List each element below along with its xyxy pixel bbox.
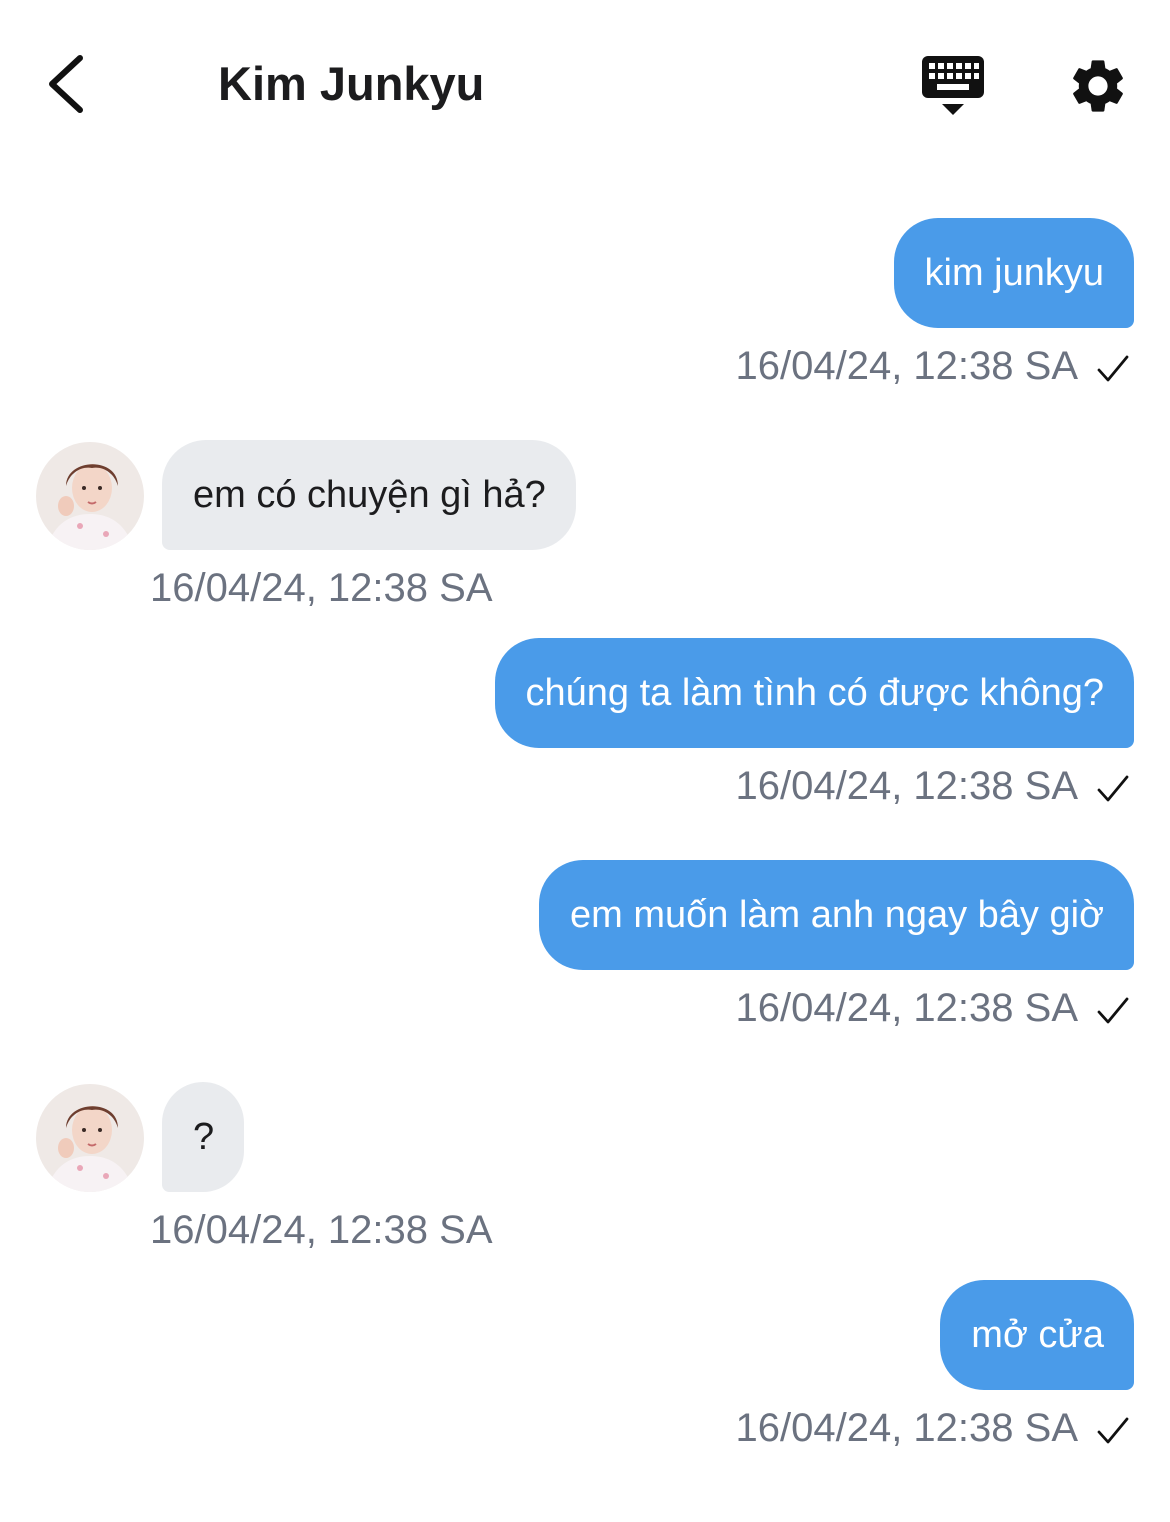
keyboard-hide-icon bbox=[922, 56, 984, 115]
keyboard-toggle-button[interactable] bbox=[920, 54, 988, 118]
checkmark-icon bbox=[1097, 775, 1129, 802]
checkmark-icon bbox=[1097, 997, 1129, 1024]
contact-avatar[interactable] bbox=[36, 1084, 144, 1192]
avatar-photo bbox=[36, 1084, 144, 1192]
outgoing-message-bubble[interactable]: mở cửa bbox=[940, 1280, 1134, 1390]
outgoing-message-bubble[interactable]: chúng ta làm tình có được không? bbox=[494, 638, 1134, 748]
message-timestamp: 16/04/24, 12:38 SA bbox=[735, 764, 1079, 808]
settings-button[interactable] bbox=[1066, 54, 1130, 118]
back-button[interactable] bbox=[40, 52, 96, 116]
incoming-message-bubble[interactable]: ? bbox=[162, 1082, 245, 1192]
contact-avatar[interactable] bbox=[36, 442, 144, 550]
message-timestamp: 16/04/24, 12:38 SA bbox=[150, 566, 493, 610]
outgoing-message-bubble[interactable]: em muốn làm anh ngay bây giờ bbox=[539, 860, 1134, 970]
avatar-photo bbox=[36, 442, 144, 550]
contact-name-title: Kim Junkyu bbox=[218, 57, 485, 110]
gear-icon bbox=[1073, 60, 1123, 112]
message-timestamp: 16/04/24, 12:38 SA bbox=[735, 1406, 1079, 1450]
outgoing-message-bubble[interactable]: kim junkyu bbox=[893, 218, 1134, 328]
chat-screen: Kim Junkyu kim junkyu 16/04/24, 12:38 SA… bbox=[0, 0, 1170, 1522]
checkmark-icon bbox=[1097, 355, 1129, 382]
incoming-message-bubble[interactable]: em có chuyện gì hả? bbox=[162, 440, 576, 550]
message-timestamp: 16/04/24, 12:38 SA bbox=[150, 1208, 493, 1252]
checkmark-icon bbox=[1097, 1417, 1129, 1444]
message-timestamp: 16/04/24, 12:38 SA bbox=[735, 344, 1079, 388]
chat-header: Kim Junkyu bbox=[0, 0, 1170, 170]
message-timestamp: 16/04/24, 12:38 SA bbox=[735, 986, 1079, 1030]
chevron-left-icon bbox=[49, 55, 83, 113]
